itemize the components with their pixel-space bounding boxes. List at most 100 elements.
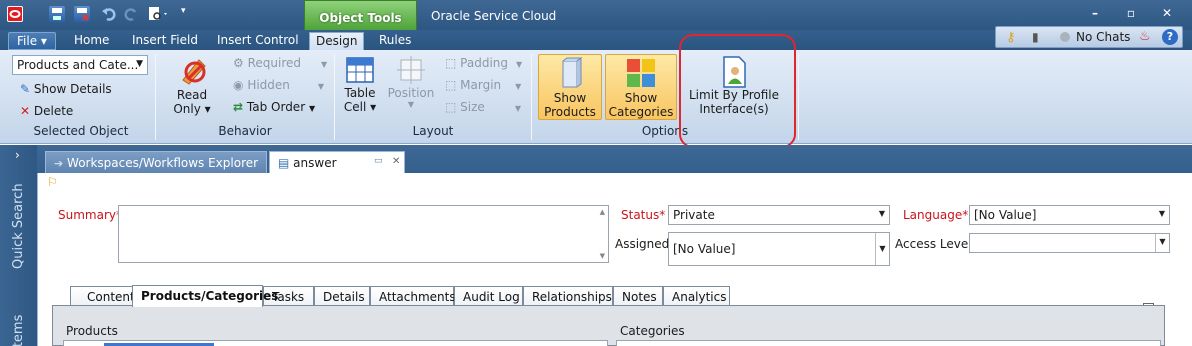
divider	[155, 54, 156, 140]
key-icon[interactable]: ⚷	[1006, 30, 1016, 45]
quick-search-label[interactable]: Quick Search	[11, 183, 26, 269]
flag-icon[interactable]: ⚐	[47, 175, 58, 189]
status-toolbar: ⚷ ▮ No Chats ♨ ?	[995, 26, 1183, 48]
categories-header: Categories	[620, 324, 685, 338]
chevron-down-icon: ▼	[136, 59, 143, 69]
categories-tree[interactable]	[616, 340, 1161, 346]
summary-field[interactable]: ▲ ▼	[118, 205, 609, 263]
tab-analytics[interactable]: Analytics	[663, 286, 730, 306]
table-cell-button[interactable]: Table Cell ▾	[340, 54, 380, 114]
required-button[interactable]: ⚙ Required ▼	[233, 56, 327, 70]
presence-icon[interactable]: ▮	[1032, 30, 1039, 44]
products-icon	[562, 57, 583, 88]
app-logo-icon[interactable]	[7, 6, 23, 22]
show-categories-button[interactable]: Show Categories	[605, 54, 677, 120]
language-select[interactable]: [No Value] ▼	[969, 205, 1170, 225]
products-header: Products	[66, 324, 118, 338]
notifications-icon[interactable]: ♨	[1139, 29, 1151, 44]
tab-insert-field[interactable]: Insert Field	[132, 32, 198, 50]
show-details-button[interactable]: ✎ Show Details	[20, 82, 112, 96]
close-button[interactable]: ✕	[1158, 6, 1176, 20]
tab-workspaces-explorer[interactable]: ➔ Workspaces/Workflows Explorer ✕	[45, 151, 280, 173]
language-label: Language*	[903, 208, 969, 222]
gear-icon: ⚙	[233, 56, 244, 70]
status-select[interactable]: Private ▼	[668, 205, 890, 225]
products-categories-panel: Products Categories	[52, 305, 1165, 346]
tab-relationships[interactable]: Relationships	[523, 286, 613, 306]
scroll-down-icon[interactable]: ▼	[600, 252, 605, 260]
size-button[interactable]: ⬚ Size ▼	[445, 100, 521, 114]
show-products-button[interactable]: Show Products	[538, 54, 602, 120]
tab-answer[interactable]: ▤ answer ▭ ✕	[269, 151, 405, 173]
save-close-icon[interactable]	[74, 6, 90, 22]
divider	[334, 54, 335, 140]
document-tab-strip: ➔ Workspaces/Workflows Explorer ✕ ▤ answ…	[37, 145, 1192, 173]
tab-attachments[interactable]: Attachments	[370, 286, 456, 306]
hidden-icon: ◉	[233, 78, 244, 92]
read-only-button[interactable]: Read Only ▾	[168, 54, 216, 116]
undock-icon[interactable]: ▭	[374, 156, 383, 166]
chevron-down-icon: ▼	[875, 233, 889, 265]
tab-products-categories[interactable]: Products/Categories	[132, 285, 278, 307]
expand-nav-icon[interactable]: ›	[15, 148, 20, 162]
access-level-select[interactable]: ▼	[969, 233, 1170, 253]
chevron-down-icon: ▼	[1158, 209, 1166, 218]
tab-details[interactable]: Details	[314, 286, 370, 306]
tab-insert-control[interactable]: Insert Control	[217, 32, 299, 50]
position-button[interactable]: Position ▼	[387, 54, 435, 109]
chevron-down-icon: ▼	[878, 209, 886, 218]
padding-button[interactable]: ⬚ Padding ▼	[445, 56, 522, 70]
margin-icon: ⬚	[445, 78, 457, 92]
tab-file[interactable]: File ▾	[8, 32, 56, 50]
padding-icon: ⬚	[445, 56, 457, 70]
object-tools-header: Object Tools	[304, 0, 417, 30]
tab-rules[interactable]: Rules	[379, 32, 411, 50]
object-tools-label: Object Tools	[319, 11, 402, 25]
table-icon	[346, 57, 374, 83]
selected-object-group-label: Selected Object	[33, 124, 129, 138]
tab-order-icon: ⇄	[233, 100, 244, 114]
tab-design[interactable]: Design	[309, 32, 365, 50]
show-details-icon: ✎	[20, 82, 31, 96]
tab-home[interactable]: Home	[74, 32, 109, 50]
tab-content[interactable]: Content	[70, 286, 136, 306]
delete-button[interactable]: ✕ Delete	[20, 104, 73, 118]
tab-order-button[interactable]: ⇄ Tab Order ▼	[233, 100, 315, 114]
divider	[531, 54, 532, 140]
save-icon[interactable]	[49, 6, 65, 22]
chats-label[interactable]: No Chats	[1076, 30, 1130, 44]
items-label[interactable]: Items	[11, 315, 26, 346]
divider	[798, 54, 799, 140]
explorer-icon: ➔	[54, 157, 64, 170]
tab-notes[interactable]: Notes	[613, 286, 663, 306]
preview-icon[interactable]	[148, 6, 167, 22]
ribbon: Products and Cate... ▼ ✎ Show Details ✕ D…	[0, 50, 1192, 144]
margin-button[interactable]: ⬚ Margin ▼	[445, 78, 521, 92]
tab-audit-log[interactable]: Audit Log	[454, 286, 523, 306]
chat-status-icon[interactable]	[1060, 32, 1070, 42]
hidden-button[interactable]: ◉ Hidden ▼	[233, 78, 324, 92]
left-navigation: › Quick Search Items	[0, 145, 37, 346]
status-label: Status*	[621, 208, 666, 222]
delete-icon: ✕	[20, 104, 31, 118]
answer-icon: ▤	[278, 156, 290, 170]
close-icon[interactable]: ✕	[392, 156, 400, 167]
app-title: Oracle Service Cloud	[431, 9, 557, 23]
scroll-up-icon[interactable]: ▲	[600, 208, 605, 216]
undo-icon[interactable]	[101, 6, 117, 22]
selected-object-combo[interactable]: Products and Cate... ▼	[12, 55, 148, 75]
maximize-button[interactable]: ▫	[1122, 6, 1140, 20]
size-icon: ⬚	[445, 100, 457, 114]
assigned-select[interactable]: [No Value] ▼	[668, 232, 890, 266]
customize-toolbar-icon[interactable]: ▾	[181, 6, 197, 22]
help-icon[interactable]: ?	[1162, 29, 1178, 45]
redo-icon[interactable]	[123, 6, 139, 22]
categories-icon	[627, 59, 655, 87]
access-level-label: Access Level	[895, 237, 972, 251]
behavior-group-label: Behavior	[218, 124, 272, 138]
position-icon	[397, 56, 425, 84]
minimize-button[interactable]: –	[1086, 6, 1104, 20]
layout-group-label: Layout	[412, 124, 454, 138]
annotation-highlight	[679, 34, 796, 148]
products-tree[interactable]	[63, 340, 608, 346]
